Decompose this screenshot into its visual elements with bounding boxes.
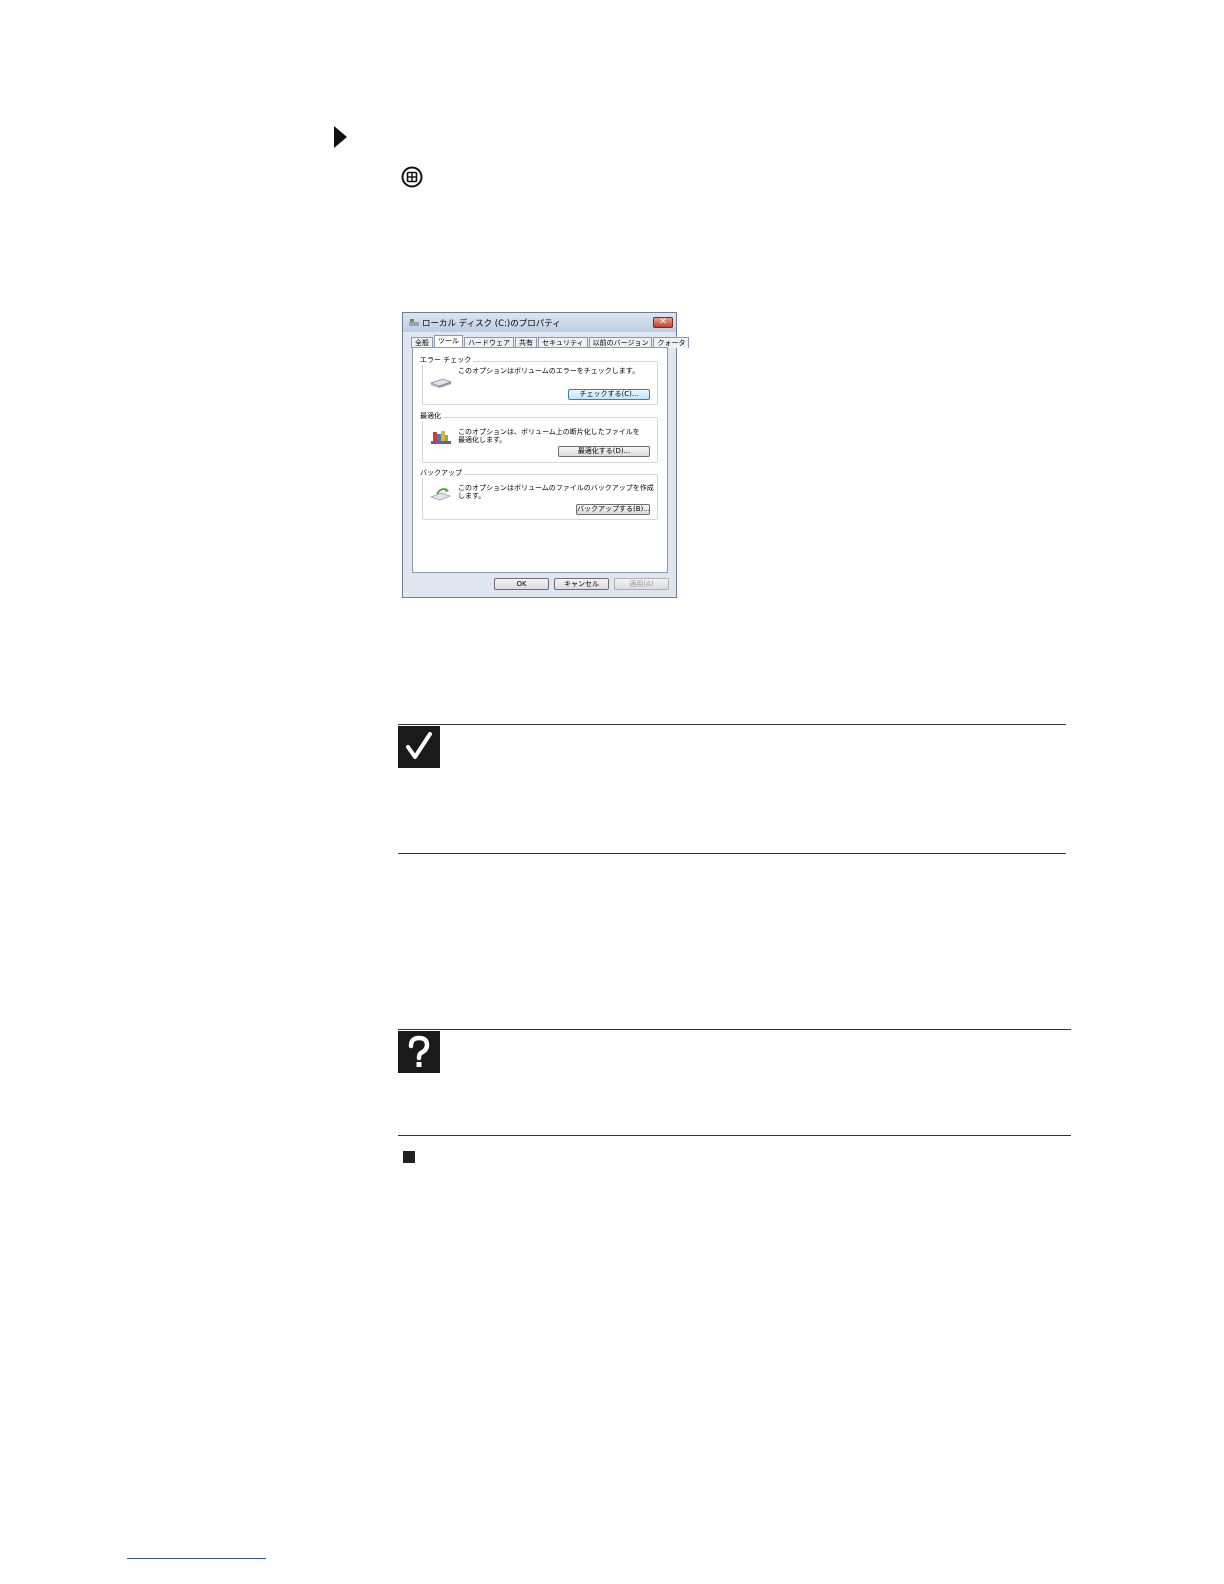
question-mark-icon bbox=[398, 1031, 440, 1073]
ok-button[interactable]: OK bbox=[494, 578, 549, 590]
apply-button[interactable]: 適用(A) bbox=[614, 578, 669, 590]
properties-dialog: ローカル ディスク (C:)のプロパティ ✕ 全般 ツール ハードウェア 共有 … bbox=[402, 312, 690, 598]
defragment-icon bbox=[431, 431, 451, 444]
tools-panel: このオプションはボリュームのエラーをチェックします。 チェックする(C)... … bbox=[412, 347, 668, 573]
help-top-rule bbox=[398, 1029, 1071, 1030]
error-check-description: このオプションはボリュームのエラーをチェックします。 bbox=[458, 367, 640, 375]
backup-description-line2: します。 bbox=[458, 492, 486, 500]
note-top-rule bbox=[398, 724, 1066, 725]
backup-icon bbox=[430, 488, 451, 501]
dialog-title-bar: ローカル ディスク (C:)のプロパティ ✕ bbox=[403, 313, 676, 332]
defrag-description-line2: 最適化します。 bbox=[458, 436, 507, 444]
footer-link-underline bbox=[127, 1558, 266, 1559]
windows-start-icon bbox=[401, 166, 423, 188]
cancel-button[interactable]: キャンセル bbox=[554, 578, 609, 590]
check-now-button[interactable]: チェックする(C)... bbox=[568, 389, 650, 400]
backup-button[interactable]: バックアップする(B)... bbox=[576, 504, 650, 515]
drive-icon bbox=[409, 319, 419, 326]
defrag-label: 最適化 bbox=[418, 411, 443, 421]
defrag-group: このオプションは、ボリューム上の断片化したファイルを 最適化します。 最適化する… bbox=[422, 417, 658, 463]
step-arrow-icon bbox=[334, 126, 347, 148]
dialog-title: ローカル ディスク (C:)のプロパティ bbox=[422, 319, 561, 329]
note-bottom-rule bbox=[398, 853, 1066, 854]
defragment-button[interactable]: 最適化する(D)... bbox=[558, 446, 650, 457]
checkmark-icon bbox=[398, 726, 440, 768]
hard-disk-icon bbox=[429, 378, 453, 388]
error-check-label: エラー チェック bbox=[418, 355, 474, 365]
error-check-group: このオプションはボリュームのエラーをチェックします。 チェックする(C)... bbox=[422, 361, 658, 405]
defrag-description-line1: このオプションは、ボリューム上の断片化したファイルを bbox=[458, 428, 640, 436]
backup-label: バックアップ bbox=[418, 468, 464, 478]
end-square-icon bbox=[403, 1151, 415, 1163]
help-bottom-rule bbox=[398, 1135, 1071, 1136]
backup-group: このオプションはボリュームのファイルのバックアップを作成 します。 バックアップ… bbox=[422, 474, 658, 520]
backup-description-line1: このオプションはボリュームのファイルのバックアップを作成 bbox=[458, 484, 654, 492]
close-button[interactable]: ✕ bbox=[653, 317, 673, 328]
